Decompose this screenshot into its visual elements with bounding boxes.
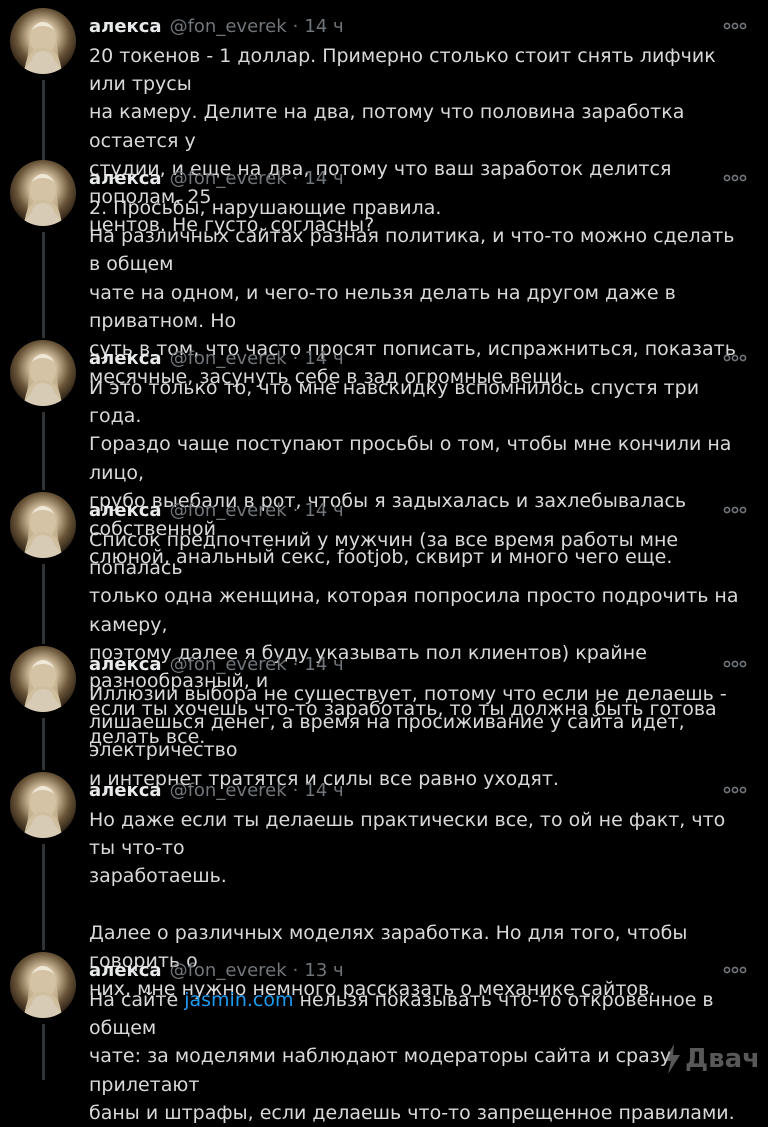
tweet-time[interactable]: 14 ч (304, 500, 343, 521)
dvach-watermark: Двач (663, 1044, 760, 1074)
tweet-thread: алекса @fon_everek · 14 ч 20 токенов - 1… (0, 0, 768, 1124)
author-name[interactable]: алекса (89, 16, 162, 37)
avatar[interactable] (10, 8, 76, 74)
watermark-text: Двач (684, 1044, 760, 1074)
tweet-header: алекса @fon_everek · 14 ч (89, 776, 748, 804)
profile-photo-avatar (24, 354, 62, 406)
avatar[interactable] (10, 646, 76, 712)
author-handle[interactable]: @fon_everek (170, 348, 287, 369)
author-name[interactable]: алекса (89, 348, 162, 369)
profile-photo-avatar (24, 786, 62, 838)
separator-dot: · (292, 347, 299, 369)
author-name[interactable]: алекса (89, 168, 162, 189)
more-horizontal-icon[interactable] (722, 350, 748, 366)
more-horizontal-icon[interactable] (722, 18, 748, 34)
tweet-7[interactable]: алекса @fon_everek · 13 ч На сайте jasmi… (0, 952, 768, 1124)
tweet-3[interactable]: алекса @fon_everek · 14 ч И это только т… (0, 340, 768, 568)
thread-connector (42, 232, 45, 338)
more-horizontal-icon[interactable] (722, 656, 748, 672)
tweet-time[interactable]: 14 ч (304, 168, 343, 189)
more-horizontal-icon[interactable] (722, 782, 748, 798)
more-horizontal-icon[interactable] (722, 962, 748, 978)
separator-dot: · (292, 779, 299, 801)
tweet-time[interactable]: 13 ч (304, 960, 343, 981)
author-handle[interactable]: @fon_everek (170, 780, 287, 801)
more-horizontal-icon[interactable] (722, 502, 748, 518)
tweet-header: алекса @fon_everek · 13 ч (89, 956, 748, 984)
separator-dot: · (292, 653, 299, 675)
thread-connector (42, 718, 45, 770)
tweet-2[interactable]: алекса @fon_everek · 14 ч 2. Просьбы, на… (0, 160, 768, 388)
avatar[interactable] (10, 492, 76, 558)
jasmin-link[interactable]: jasmin.com (184, 989, 293, 1011)
author-handle[interactable]: @fon_everek (170, 16, 287, 37)
thread-connector (42, 1024, 45, 1080)
separator-dot: · (292, 167, 299, 189)
author-name[interactable]: алекса (89, 780, 162, 801)
profile-photo-avatar (24, 174, 62, 226)
tweet-time[interactable]: 14 ч (304, 348, 343, 369)
profile-photo-avatar (24, 506, 62, 558)
author-name[interactable]: алекса (89, 960, 162, 981)
lightning-bolt-icon (663, 1044, 680, 1074)
author-name[interactable]: алекса (89, 654, 162, 675)
tweet-header: алекса @fon_everek · 14 ч (89, 650, 748, 678)
tweet-text-before-link: На сайте (89, 989, 185, 1011)
author-name[interactable]: алекса (89, 500, 162, 521)
profile-photo-avatar (24, 22, 62, 74)
author-handle[interactable]: @fon_everek (170, 168, 287, 189)
author-handle[interactable]: @fon_everek (170, 500, 287, 521)
thread-connector (42, 80, 45, 166)
profile-photo-avatar (24, 660, 62, 712)
tweet-time[interactable]: 14 ч (304, 780, 343, 801)
tweet-header: алекса @fon_everek · 14 ч (89, 344, 748, 372)
avatar[interactable] (10, 340, 76, 406)
tweet-header: алекса @fon_everek · 14 ч (89, 496, 748, 524)
author-handle[interactable]: @fon_everek (170, 960, 287, 981)
author-handle[interactable]: @fon_everek (170, 654, 287, 675)
thread-connector (42, 412, 45, 490)
avatar[interactable] (10, 772, 76, 838)
more-horizontal-icon[interactable] (722, 170, 748, 186)
avatar[interactable] (10, 952, 76, 1018)
tweet-4[interactable]: алекса @fon_everek · 14 ч Список предпоч… (0, 492, 768, 748)
separator-dot: · (292, 15, 299, 37)
profile-photo-avatar (24, 966, 62, 1018)
tweet-header: алекса @fon_everek · 14 ч (89, 164, 748, 192)
tweet-1[interactable]: алекса @fon_everek · 14 ч 20 токенов - 1… (0, 8, 768, 236)
thread-connector (42, 844, 45, 950)
separator-dot: · (292, 959, 299, 981)
tweet-5[interactable]: алекса @fon_everek · 14 ч Иллюзии выбора… (0, 646, 768, 790)
thread-connector (42, 564, 45, 644)
avatar[interactable] (10, 160, 76, 226)
tweet-header: алекса @fon_everek · 14 ч (89, 12, 748, 40)
tweet-6[interactable]: алекса @fon_everek · 14 ч Но даже если т… (0, 772, 768, 1000)
tweet-time[interactable]: 14 ч (304, 654, 343, 675)
separator-dot: · (292, 499, 299, 521)
tweet-time[interactable]: 14 ч (304, 16, 343, 37)
tweet-text: На сайте jasmin.com нельзя показывать чт… (89, 986, 749, 1127)
